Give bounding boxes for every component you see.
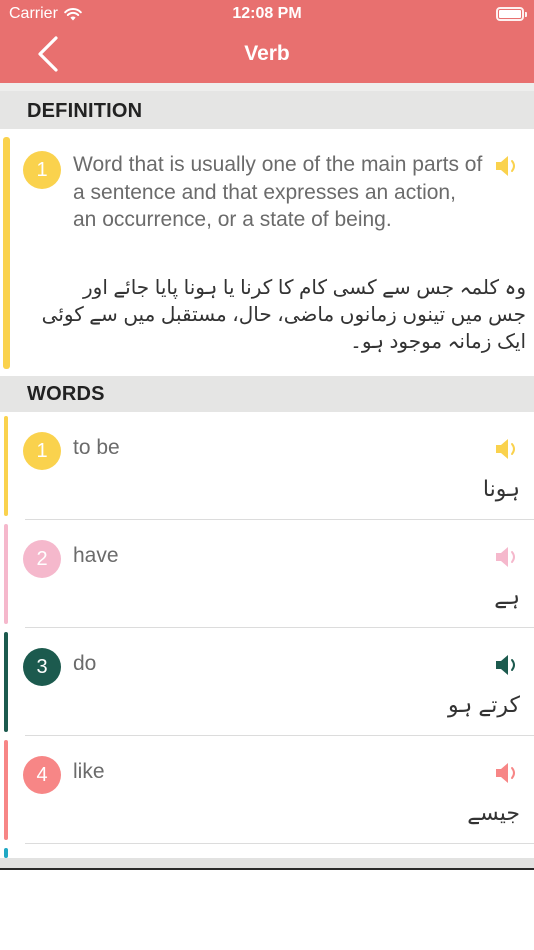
word-row-3[interactable]: 3 do کرتے ہو [0,628,534,736]
word-row-2[interactable]: 2 have ہے [0,520,534,628]
chevron-left-icon [38,36,58,72]
word-accent-bar [4,524,8,624]
speaker-icon [496,547,515,567]
row-divider [25,843,534,844]
toolbar-divider [0,868,534,870]
words-section-header: WORDS [0,376,534,412]
word-english: to be [73,436,120,459]
next-item-accent-bar [4,848,8,858]
word-row-1[interactable]: 1 to be ہونا [0,412,534,520]
word-english: have [73,544,119,567]
word-number-badge: 3 [23,648,61,686]
page-title: Verb [244,42,290,65]
word-urdu: ہونا [482,476,520,501]
word-speaker-button[interactable] [491,542,521,572]
bottom-toolbar [0,858,534,868]
word-english: do [73,652,97,675]
word-english: like [73,760,105,783]
definition-speaker-button[interactable] [491,151,521,181]
definition-section-header: DEFINITION [0,91,534,129]
word-accent-bar [4,740,8,840]
definition-card: 1 Word that is usually one of the main p… [0,129,534,376]
back-button[interactable] [28,34,68,74]
battery-icon [496,7,527,21]
word-urdu: جیسے [467,800,520,825]
speaker-icon [496,156,515,176]
word-number-badge: 1 [23,432,61,470]
header-spacer [0,83,534,91]
speaker-icon [496,655,515,675]
status-bar: Carrier 12:08 PM [0,0,534,28]
word-speaker-button[interactable] [491,758,521,788]
status-time: 12:08 PM [232,5,302,22]
word-accent-bar [4,416,8,516]
word-row-4[interactable]: 4 like جیسے [0,736,534,844]
speaker-icon [496,763,515,783]
word-speaker-button[interactable] [491,650,521,680]
definition-section-title: DEFINITION [27,100,143,122]
word-number-badge: 2 [23,540,61,578]
definition-english-text: Word that is usually one of the main par… [73,153,483,231]
word-number-badge: 4 [23,756,61,794]
word-speaker-button[interactable] [491,434,521,464]
words-section-title: WORDS [27,383,105,405]
word-urdu: کرتے ہو [448,692,520,717]
definition-urdu-text: وہ کلمہ جس سے کسی کام کا کرنا یا ہونا پا… [41,277,526,353]
navigation-header: Carrier 12:08 PM Verb [0,0,534,83]
speaker-icon [496,439,515,459]
definition-accent-bar [3,137,10,369]
word-accent-bar [4,632,8,732]
word-urdu: ہے [494,584,520,609]
definition-number-badge: 1 [23,151,61,189]
